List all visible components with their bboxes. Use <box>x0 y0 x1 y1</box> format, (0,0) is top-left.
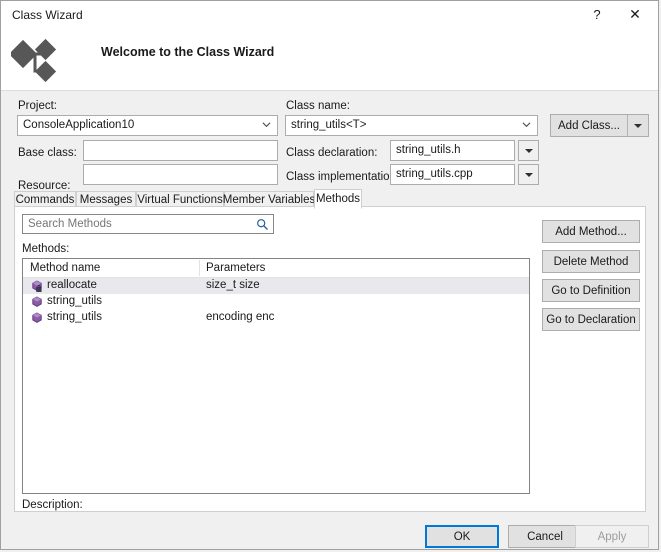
column-header-parameters[interactable]: Parameters <box>206 262 265 274</box>
ok-button[interactable]: OK <box>425 525 499 548</box>
project-label: Project: <box>18 100 57 112</box>
class-name-value: string_utils<T> <box>291 119 366 131</box>
method-name: string_utils <box>47 295 102 307</box>
list-header: Method name Parameters <box>23 259 529 278</box>
project-combobox[interactable]: ConsoleApplication10 <box>17 115 278 136</box>
method-parameters: size_t size <box>206 279 260 291</box>
base-class-label: Base class: <box>18 147 77 159</box>
tab-strip: Commands Messages Virtual Functions Memb… <box>14 189 646 207</box>
method-parameters: encoding enc <box>206 311 274 323</box>
header-banner: Welcome to the Class Wizard <box>1 29 658 91</box>
column-divider <box>199 260 200 276</box>
add-method-button[interactable]: Add Method... <box>542 220 640 243</box>
class-wizard-icon <box>11 32 73 88</box>
chevron-down-icon <box>262 120 271 129</box>
description-label: Description: <box>22 499 83 511</box>
delete-method-button[interactable]: Delete Method <box>542 250 640 273</box>
resource-input[interactable] <box>83 164 278 185</box>
class-implementation-dropdown[interactable] <box>518 164 539 185</box>
close-button[interactable]: ✕ <box>618 1 652 28</box>
method-name: reallocate <box>47 279 97 291</box>
chevron-down-icon <box>522 120 531 129</box>
apply-button: Apply <box>575 525 649 548</box>
chevron-down-icon <box>525 173 533 177</box>
help-button[interactable]: ? <box>580 1 614 28</box>
class-declaration-label: Class declaration: <box>286 147 377 159</box>
class-declaration-dropdown[interactable] <box>518 140 539 161</box>
methods-label: Methods: <box>22 243 69 255</box>
methods-list[interactable]: Method name Parameters reallocate size_t… <box>22 258 530 494</box>
project-value: ConsoleApplication10 <box>23 119 134 131</box>
chevron-down-icon <box>634 124 642 128</box>
class-name-label: Class name: <box>286 100 350 112</box>
add-class-label: Add Class... <box>551 120 627 132</box>
chevron-down-icon <box>525 149 533 153</box>
column-header-method-name[interactable]: Method name <box>30 262 100 274</box>
method-name: string_utils <box>47 311 102 323</box>
title-bar: Class Wizard ? ✕ <box>1 1 658 29</box>
class-name-combobox[interactable]: string_utils<T> <box>285 115 538 136</box>
base-class-input[interactable] <box>83 140 278 161</box>
class-implementation-value: string_utils.cpp <box>396 168 473 180</box>
method-icon <box>31 312 43 324</box>
class-wizard-dialog: Class Wizard ? ✕ Welcome to the Class Wi… <box>0 0 659 550</box>
search-placeholder: Search Methods <box>28 218 112 230</box>
welcome-heading: Welcome to the Class Wizard <box>101 45 274 59</box>
class-implementation-input[interactable]: string_utils.cpp <box>390 164 515 185</box>
search-input[interactable]: Search Methods <box>22 214 274 234</box>
method-protected-icon <box>31 280 43 292</box>
table-row[interactable]: string_utils <box>23 294 529 310</box>
add-class-button[interactable]: Add Class... <box>550 114 649 137</box>
method-icon <box>31 296 43 308</box>
cancel-button[interactable]: Cancel <box>508 525 582 548</box>
table-row[interactable]: reallocate size_t size <box>23 278 529 294</box>
class-declaration-value: string_utils.h <box>396 144 461 156</box>
add-class-dropdown-arrow[interactable] <box>627 115 648 136</box>
class-declaration-input[interactable]: string_utils.h <box>390 140 515 161</box>
go-to-declaration-button[interactable]: Go to Declaration <box>542 308 640 331</box>
go-to-definition-button[interactable]: Go to Definition <box>542 279 640 302</box>
search-icon[interactable] <box>256 218 269 231</box>
tab-methods[interactable]: Methods <box>314 189 362 209</box>
table-row[interactable]: string_utils encoding enc <box>23 310 529 326</box>
methods-tab-panel: Search Methods Methods: Method name Para… <box>14 206 646 512</box>
window-title: Class Wizard <box>12 8 83 22</box>
class-implementation-label: Class implementation: <box>286 171 399 183</box>
